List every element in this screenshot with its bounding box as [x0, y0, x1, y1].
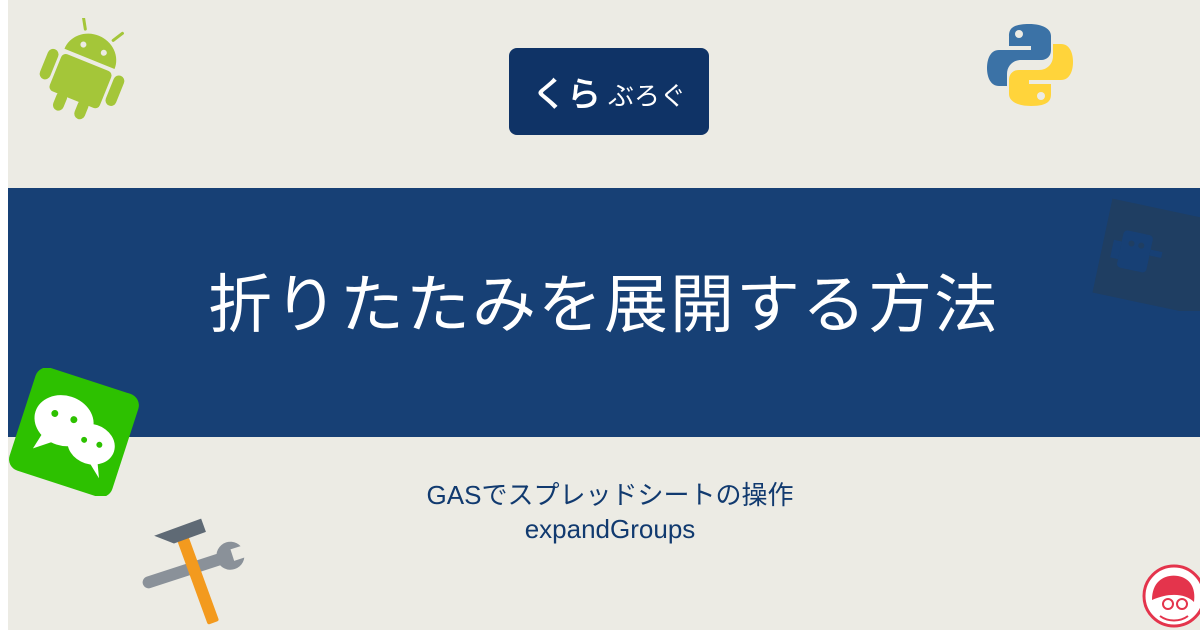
brand-logo[interactable]: くら ぶろぐ [509, 48, 709, 135]
avatar-icon [1142, 564, 1200, 628]
logo-main-text: くら [531, 75, 602, 115]
python-icon [987, 24, 1073, 106]
title-banner: 折りたたみを展開する方法 [8, 188, 1200, 437]
subtitle-line-2: expandGroups [524, 514, 696, 544]
left-edge [0, 0, 8, 630]
tools-icon [142, 518, 250, 625]
page-title: 折りたたみを展開する方法 [208, 269, 1000, 343]
logo-sub-text: ぶろぐ [607, 82, 686, 112]
subtitle-block: GASでスプレッドシートの操作 expandGroups [360, 478, 860, 546]
subtitle-line-1: GASでスプレッドシートの操作 [426, 480, 794, 510]
chat-icon [9, 368, 139, 496]
android-icon [39, 18, 125, 120]
